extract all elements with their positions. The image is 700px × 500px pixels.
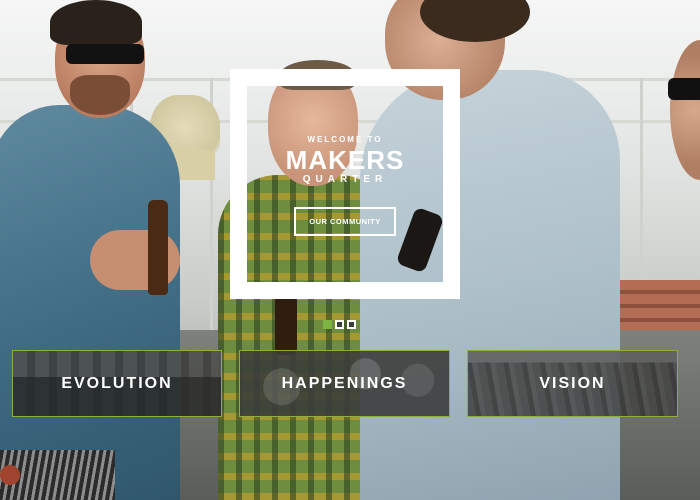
site-subtitle: QUARTER: [302, 174, 388, 185]
sunglasses: [66, 44, 144, 64]
grilled-sausage: [0, 465, 20, 485]
slider-dot-3[interactable]: [347, 320, 356, 329]
slider-pager: [323, 320, 356, 329]
person-left-shirt: [0, 105, 180, 500]
slider-dot-2[interactable]: [335, 320, 344, 329]
slider-dot-1[interactable]: [323, 320, 332, 329]
section-tile-vision[interactable]: VISION: [467, 350, 678, 417]
section-tile-label: HAPPENINGS: [281, 374, 408, 392]
person-left-beard: [70, 75, 130, 115]
dot-fill: [325, 322, 330, 327]
section-tile-happenings[interactable]: HAPPENINGS: [239, 350, 450, 417]
site-title: MAKERS: [285, 145, 405, 175]
section-tile-evolution[interactable]: EVOLUTION: [12, 350, 222, 417]
beer-bottle: [148, 200, 168, 295]
section-tile-label: EVOLUTION: [61, 374, 173, 392]
sunglasses: [668, 78, 700, 100]
beer-bottle: [275, 295, 297, 355]
dot-fill: [349, 322, 354, 327]
welcome-content: WELCOME TO MAKERS QUARTER OUR COMMUNITY: [247, 86, 443, 282]
our-community-button[interactable]: OUR COMMUNITY: [294, 207, 396, 236]
person-left-hair: [50, 0, 142, 45]
section-tile-label: VISION: [539, 374, 606, 392]
dot-fill: [337, 322, 342, 327]
welcome-eyebrow: WELCOME TO: [307, 135, 383, 144]
welcome-frame: WELCOME TO MAKERS QUARTER OUR COMMUNITY: [230, 69, 460, 299]
